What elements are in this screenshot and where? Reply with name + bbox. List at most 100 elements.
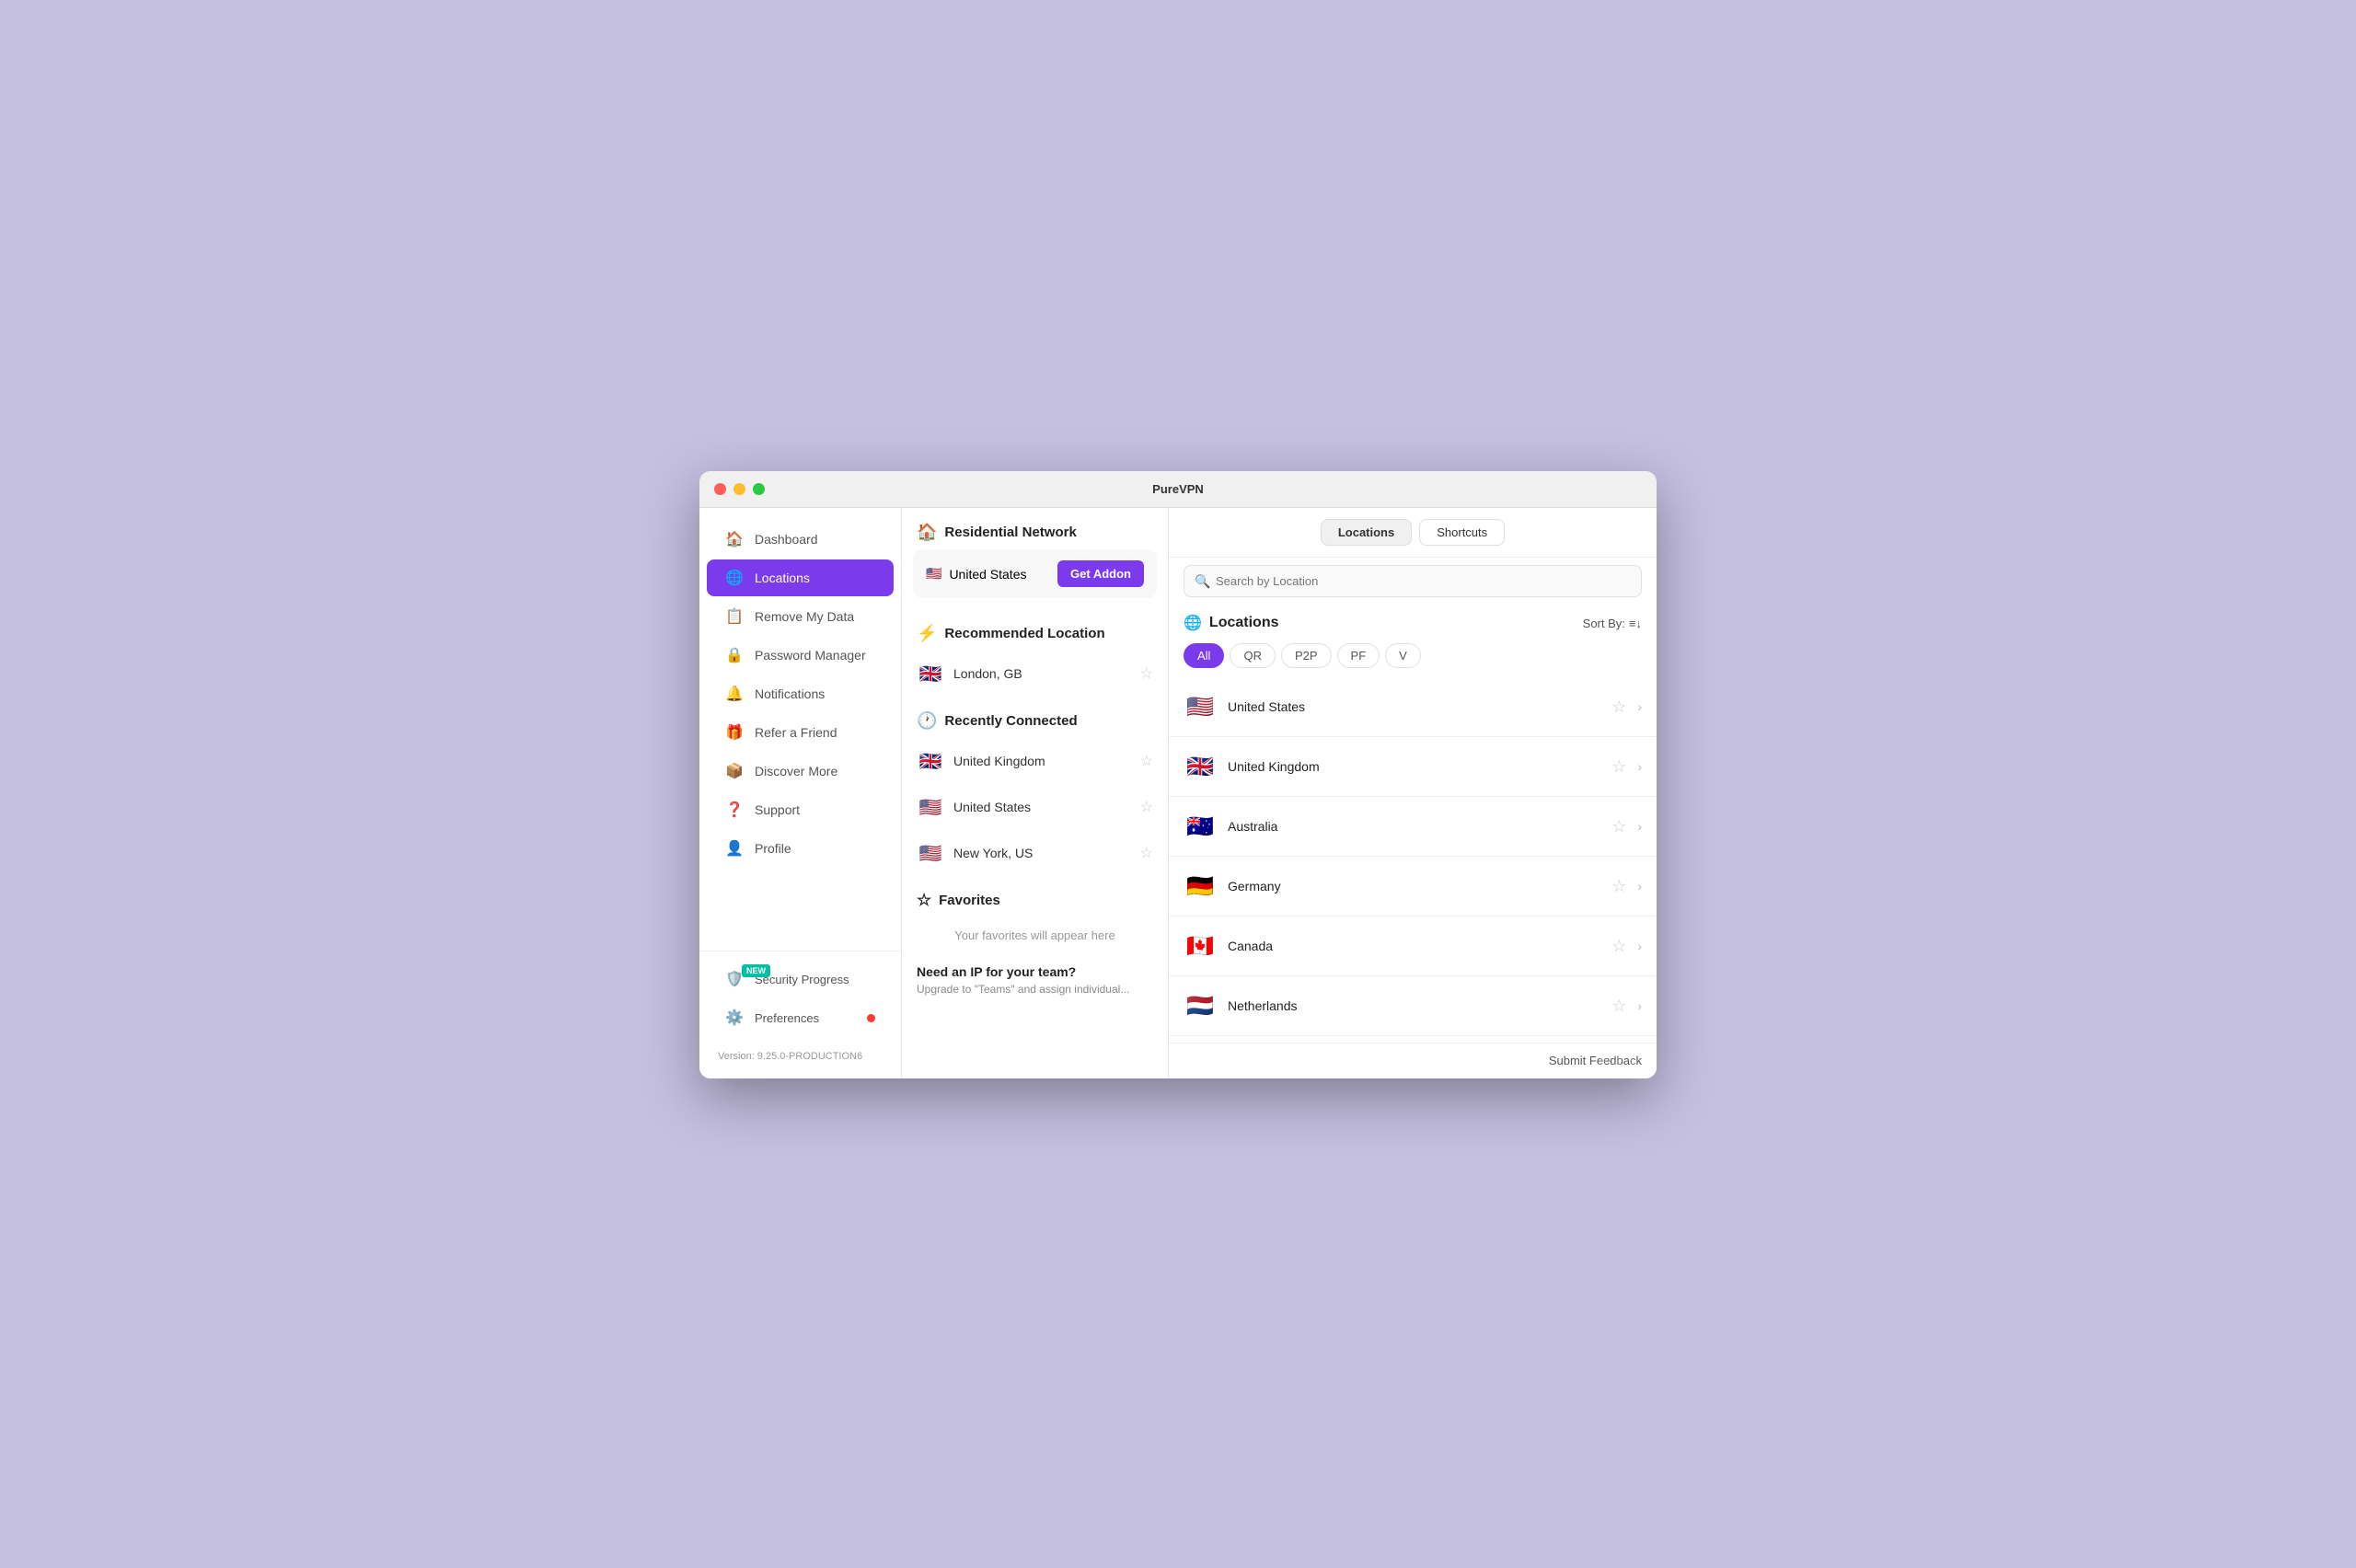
minimize-button[interactable]: [733, 483, 745, 495]
sort-by-control[interactable]: Sort By: ≡↓: [1583, 617, 1642, 630]
close-button[interactable]: [714, 483, 726, 495]
recent-uk-star[interactable]: ☆: [1140, 752, 1153, 770]
sidebar-item-support[interactable]: ❓ Support: [707, 791, 894, 828]
sidebar-label-dashboard: Dashboard: [755, 532, 818, 547]
maximize-button[interactable]: [753, 483, 765, 495]
filter-qr[interactable]: QR: [1230, 643, 1276, 668]
need-ip-title: Need an IP for your team?: [917, 964, 1153, 979]
us-flag-newyork: 🇺🇸: [917, 839, 944, 867]
document-icon: 📋: [725, 607, 744, 626]
gift-icon: 🎁: [725, 723, 744, 742]
au-flag: 🇦🇺: [1184, 810, 1217, 843]
sidebar-label-profile: Profile: [755, 841, 791, 856]
us-flag-residential: 🇺🇸: [926, 566, 941, 582]
uk-flag: 🇬🇧: [1184, 750, 1217, 783]
sidebar-item-preferences[interactable]: ⚙️ Preferences: [707, 999, 894, 1036]
recent-uk[interactable]: 🇬🇧 United Kingdom ☆: [902, 738, 1168, 784]
us-chevron: ›: [1637, 699, 1642, 714]
recommended-section-header: ⚡ Recommended Location: [902, 609, 1168, 651]
submit-feedback-bar: Submit Feedback: [1169, 1043, 1657, 1078]
sort-icon: ≡↓: [1629, 617, 1642, 630]
box-icon: 📦: [725, 762, 744, 780]
filter-v[interactable]: V: [1385, 643, 1421, 668]
sidebar-item-security-progress[interactable]: 🛡️ Security Progress NEW: [707, 961, 894, 997]
lightning-icon: ⚡: [917, 624, 937, 643]
location-item-de[interactable]: 🇩🇪 Germany ☆ ›: [1169, 857, 1657, 917]
locations-panel-title: 🌐 Locations: [1184, 614, 1278, 632]
location-item-nl[interactable]: 🇳🇱 Netherlands ☆ ›: [1169, 976, 1657, 1036]
recent-newyork[interactable]: 🇺🇸 New York, US ☆: [902, 830, 1168, 876]
search-input[interactable]: [1184, 565, 1642, 597]
de-star[interactable]: ☆: [1611, 877, 1626, 896]
sidebar-label-password-manager: Password Manager: [755, 648, 866, 663]
location-item-hk[interactable]: 🇭🇰 Hong Kong (SAR) ☆ ›: [1169, 1036, 1657, 1043]
au-star[interactable]: ☆: [1611, 817, 1626, 836]
recent-us[interactable]: 🇺🇸 United States ☆: [902, 784, 1168, 830]
tab-locations[interactable]: Locations: [1321, 519, 1412, 546]
ca-star[interactable]: ☆: [1611, 937, 1626, 956]
de-flag: 🇩🇪: [1184, 870, 1217, 903]
locations-list: 🇺🇸 United States ☆ › 🇬🇧 United Kingdom ☆…: [1169, 677, 1657, 1043]
us-flag-recent: 🇺🇸: [917, 793, 944, 821]
filter-pf[interactable]: PF: [1337, 643, 1380, 668]
recent-uk-name: United Kingdom: [953, 754, 1045, 768]
recommended-star[interactable]: ☆: [1140, 664, 1153, 683]
filter-all[interactable]: All: [1184, 643, 1224, 668]
location-item-uk[interactable]: 🇬🇧 United Kingdom ☆ ›: [1169, 737, 1657, 797]
location-item-ca[interactable]: 🇨🇦 Canada ☆ ›: [1169, 917, 1657, 976]
nl-chevron: ›: [1637, 998, 1642, 1013]
shield-icon: 🛡️: [725, 970, 744, 988]
sidebar-item-profile[interactable]: 👤 Profile: [707, 830, 894, 867]
residential-country-name: United States: [949, 567, 1026, 582]
de-name: Germany: [1228, 879, 1600, 894]
sidebar-item-notifications[interactable]: 🔔 Notifications: [707, 675, 894, 712]
recent-newyork-star[interactable]: ☆: [1140, 844, 1153, 862]
sidebar-label-support: Support: [755, 802, 800, 817]
right-panel: Locations Shortcuts 🔍 🌐 Locations: [1169, 508, 1657, 1078]
recent-us-star[interactable]: ☆: [1140, 798, 1153, 816]
residential-box: 🇺🇸 United States Get Addon: [913, 549, 1157, 598]
location-item-au[interactable]: 🇦🇺 Australia ☆ ›: [1169, 797, 1657, 857]
need-ip-section: Need an IP for your team? Upgrade to "Te…: [902, 953, 1168, 1007]
favorites-title: Favorites: [939, 893, 1000, 908]
uk-name: United Kingdom: [1228, 759, 1600, 774]
get-addon-button[interactable]: Get Addon: [1057, 560, 1144, 587]
uk-flag-recent: 🇬🇧: [917, 747, 944, 775]
sidebar-item-password-manager[interactable]: 🔒 Password Manager: [707, 637, 894, 674]
person-icon: 👤: [725, 839, 744, 858]
sort-by-label: Sort By:: [1583, 617, 1625, 630]
au-name: Australia: [1228, 819, 1600, 834]
uk-chevron: ›: [1637, 759, 1642, 774]
ca-flag: 🇨🇦: [1184, 929, 1217, 963]
question-icon: ❓: [725, 801, 744, 819]
sidebar-item-remove-my-data[interactable]: 📋 Remove My Data: [707, 598, 894, 635]
nl-star[interactable]: ☆: [1611, 997, 1626, 1016]
location-item-us[interactable]: 🇺🇸 United States ☆ ›: [1169, 677, 1657, 737]
sidebar-item-discover-more[interactable]: 📦 Discover More: [707, 753, 894, 790]
filter-p2p[interactable]: P2P: [1281, 643, 1332, 668]
sidebar-item-refer-a-friend[interactable]: 🎁 Refer a Friend: [707, 714, 894, 751]
sidebar-item-dashboard[interactable]: 🏠 Dashboard: [707, 521, 894, 558]
tab-shortcuts[interactable]: Shortcuts: [1419, 519, 1505, 546]
gear-icon: ⚙️: [725, 1009, 744, 1027]
titlebar: PureVPN: [699, 471, 1657, 508]
uk-star[interactable]: ☆: [1611, 757, 1626, 777]
recent-newyork-name: New York, US: [953, 846, 1033, 860]
window-title: PureVPN: [1152, 482, 1204, 496]
need-ip-desc: Upgrade to "Teams" and assign individual…: [917, 983, 1153, 996]
recommended-london[interactable]: 🇬🇧 London, GB ☆: [902, 651, 1168, 697]
search-icon: 🔍: [1195, 573, 1210, 589]
sidebar-label-discover-more: Discover More: [755, 764, 837, 778]
sidebar-label-refer-a-friend: Refer a Friend: [755, 725, 837, 740]
us-star[interactable]: ☆: [1611, 698, 1626, 717]
submit-feedback-button[interactable]: Submit Feedback: [1549, 1054, 1642, 1067]
locations-title: Locations: [1209, 615, 1279, 631]
sidebar: 🏠 Dashboard 🌐 Locations 📋 Remove My Data: [699, 508, 902, 1078]
preferences-dot: [867, 1014, 875, 1022]
sidebar-item-locations[interactable]: 🌐 Locations: [707, 559, 894, 596]
recent-us-name: United States: [953, 800, 1031, 814]
sidebar-bottom: 🛡️ Security Progress NEW ⚙️ Preferences: [699, 951, 901, 1045]
residential-icon: 🏠: [917, 523, 937, 542]
favorites-empty-message: Your favorites will appear here: [902, 917, 1168, 953]
sidebar-label-remove-my-data: Remove My Data: [755, 609, 854, 624]
